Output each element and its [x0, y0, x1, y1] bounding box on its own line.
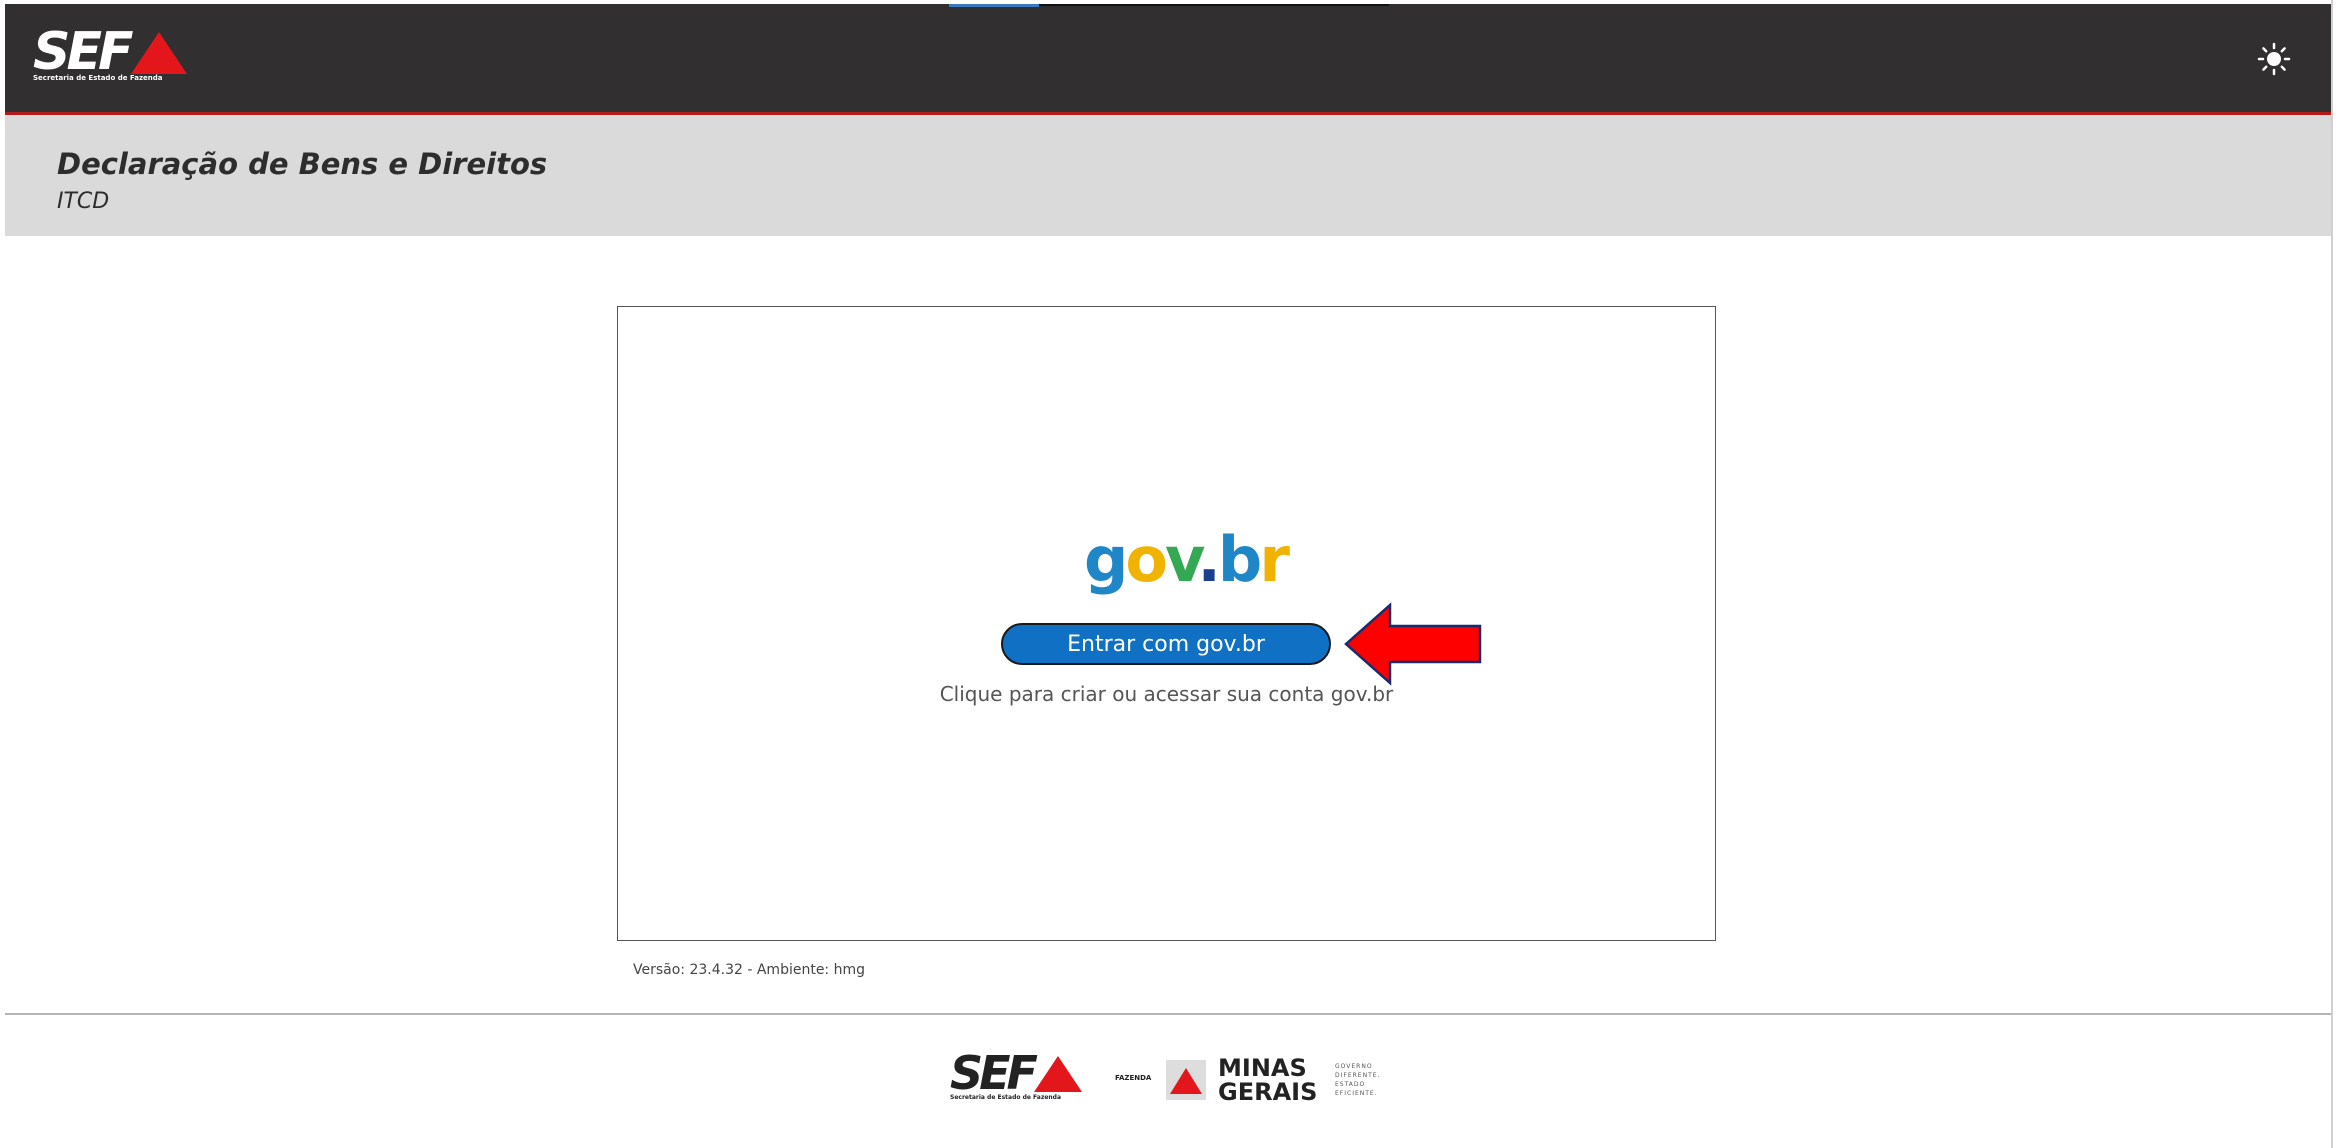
top-navbar: SEF Secretaria de Estado de Fazenda — [5, 4, 2331, 115]
footer-sef-triangle — [1034, 1056, 1082, 1092]
footer-logos: SEF Secretaria de Estado de Fazenda FAZE… — [950, 1050, 1390, 1110]
tab-indicator — [949, 4, 1039, 7]
app-window: SEF Secretaria de Estado de Fazenda Decl… — [5, 4, 2331, 1144]
footer-fazenda-label: FAZENDA — [1115, 1074, 1152, 1082]
helper-text: Clique para criar ou acessar sua conta g… — [939, 682, 1394, 706]
page-title: Declaração de Bens e Direitos — [57, 147, 548, 181]
government-tagline: GOVERNO DIFERENTE. ESTADO EFICIENTE. — [1335, 1063, 1381, 1097]
sef-logo-text: SEF — [33, 22, 133, 82]
sef-logo[interactable]: SEF Secretaria de Estado de Fazenda — [33, 26, 203, 88]
govbr-logo: gov.br — [1084, 523, 1290, 596]
login-govbr-button[interactable]: Entrar com gov.br — [1001, 623, 1331, 665]
sef-logo-triangle — [131, 32, 187, 74]
page-subtitle: ITCD — [57, 189, 110, 214]
footer-divider — [5, 1013, 2331, 1015]
login-card: gov.br Entrar com gov.br Clique para cri… — [617, 306, 1716, 941]
footer-sef-subtitle: Secretaria de Estado de Fazenda — [950, 1094, 1062, 1101]
page-header: Declaração de Bens e Direitos ITCD — [5, 115, 2331, 236]
sun-icon — [2257, 42, 2291, 76]
minas-gerais-logo-icon — [1166, 1060, 1206, 1100]
version-text: Versão: 23.4.32 - Ambiente: hmg — [633, 962, 865, 978]
red-arrow-annotation — [1344, 602, 1482, 686]
theme-toggle-button[interactable] — [2257, 42, 2291, 76]
window-edge — [2331, 0, 2333, 1148]
tab-indicator-dark — [1039, 4, 1389, 6]
minas-gerais-text: MINAS GERAIS — [1218, 1054, 1318, 1106]
footer-sef-logo: SEF — [950, 1046, 1038, 1100]
sef-logo-subtitle: Secretaria de Estado de Fazenda — [33, 74, 163, 82]
